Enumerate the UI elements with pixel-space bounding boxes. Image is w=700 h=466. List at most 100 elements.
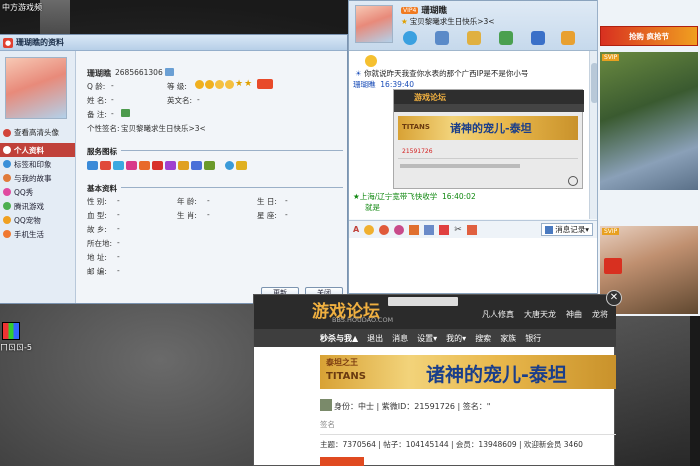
hometown-label: 故 乡: [87, 225, 107, 234]
address-value: - [117, 252, 120, 261]
pet-icon [3, 216, 11, 224]
gift-icon[interactable] [466, 224, 477, 235]
forum-header-mini: 游戏论坛 [394, 90, 584, 104]
contact-show-image: SVIP [600, 52, 698, 190]
hometown-value: - [117, 224, 120, 233]
titans-banner[interactable]: 泰坦之王 TITANS 诸神的宠儿-泰坦 [320, 355, 616, 389]
chat-toolbar: A ✂ 消息记录 ▾ [349, 220, 599, 238]
nav-settings[interactable]: 设置▾ [417, 333, 437, 344]
service-icon[interactable] [236, 161, 247, 170]
user-avatar-small[interactable] [320, 399, 332, 411]
service-icon[interactable] [87, 161, 98, 170]
divider [121, 187, 343, 188]
contact-avatar[interactable] [355, 5, 393, 43]
star-sign-value: - [285, 210, 288, 219]
service-icon[interactable] [126, 161, 137, 170]
zoom-icon[interactable] [568, 176, 578, 186]
emoji-icon [365, 55, 377, 67]
nav-item-qq-show[interactable]: QQ秀 [0, 185, 75, 199]
apps-icon[interactable] [561, 31, 575, 45]
nav-messages[interactable]: 消息 [392, 333, 408, 344]
service-icon[interactable] [178, 161, 189, 170]
shared-image[interactable]: 游戏论坛 TITANS 诸神的宠儿-泰坦 21591726 [393, 89, 584, 189]
nav-item-mobile[interactable]: 手机生活 [0, 227, 75, 241]
nav-item-story[interactable]: 与我的故事 [0, 171, 75, 185]
blood-value: - [117, 210, 120, 219]
chat-window: VIP4 珊瑚瞧 ★ 宝贝黎曦求生日快乐>3< ☀ 你就说昨天我查你水表的那个广… [348, 0, 600, 294]
top-link[interactable]: 大唐天龙 [524, 309, 556, 320]
close-icon[interactable]: ✕ [606, 290, 622, 306]
doodle-icon[interactable] [409, 224, 420, 235]
nav-search[interactable]: 搜索 [475, 333, 491, 344]
signature-value: 宝贝黎曦求生日快乐>3< [121, 124, 206, 133]
promo-banner[interactable]: 抢购 疯抢节 [600, 26, 698, 46]
nav-label: QQ宠物 [14, 215, 41, 225]
message-text-1: ☀ 你就说昨天我查你水表的那个广西IP是不是你小号 [355, 69, 529, 78]
font-icon[interactable]: A [353, 225, 359, 234]
profile-qq-number: 2685661306 [115, 68, 163, 77]
top-link[interactable]: 龙将 [592, 309, 608, 320]
titans-banner-mini: TITANS 诸神的宠儿-泰坦 [398, 116, 578, 140]
message-history-button[interactable]: 消息记录 ▾ [541, 223, 593, 236]
magic-emoji-icon[interactable] [379, 224, 390, 235]
nav-logout[interactable]: 退出 [367, 333, 383, 344]
banner-text-mini: 诸神的宠儿-泰坦 [450, 122, 532, 135]
nav-label: 个人资料 [14, 145, 44, 155]
gender-value: - [117, 196, 120, 205]
message-area[interactable]: ☀ 你就说昨天我查你水表的那个广西IP是不是你小号 珊瑚瞧 16:39:40 游… [349, 51, 589, 219]
desktop-icon-label: ㄇㄖㄖ-5 [0, 343, 32, 352]
zodiac-value: - [207, 210, 210, 219]
emoji-picker-icon[interactable] [364, 224, 375, 235]
nav-item-personal-info[interactable]: 个人资料 [0, 143, 75, 157]
avatar[interactable] [5, 57, 67, 119]
contact-name: 珊瑚瞧 [421, 6, 447, 16]
service-icon[interactable] [113, 161, 124, 170]
shake-icon[interactable] [394, 224, 405, 235]
nav-bank[interactable]: 银行 [525, 333, 541, 344]
forum-header: 游戏论坛 BBS.HOUDAO.COM 凡人修真 大唐天龙 神曲 龙将 [254, 295, 616, 329]
remote-assist-icon[interactable] [499, 31, 513, 45]
file-transfer-icon[interactable] [467, 31, 481, 45]
image-icon[interactable] [424, 224, 435, 235]
scissors-icon[interactable]: ✂ [454, 225, 462, 235]
music-icon[interactable] [439, 224, 450, 235]
voice-call-icon[interactable] [435, 31, 449, 45]
svip-tag: SVIP [602, 54, 620, 61]
profile-titlebar[interactable]: ● 珊瑚瞧的资料 [0, 35, 347, 51]
id-card-icon[interactable] [165, 68, 174, 76]
nav-family[interactable]: 家族 [500, 333, 516, 344]
video-call-icon[interactable] [403, 31, 417, 45]
desktop-app-icon[interactable] [2, 322, 20, 340]
view-hd-avatar-label: 查看高清头像 [14, 128, 59, 137]
nav-item-tags[interactable]: 标签和印象 [0, 157, 75, 171]
gender-label: 性 别: [87, 197, 107, 206]
service-icon[interactable] [100, 161, 111, 170]
nav-item-games[interactable]: 腾讯游戏 [0, 199, 75, 213]
service-icon[interactable] [152, 161, 163, 170]
top-link[interactable]: 凡人修真 [482, 309, 514, 320]
star-icon: ★ [244, 79, 253, 89]
service-icon[interactable] [191, 161, 202, 170]
profile-nav: 个人资料 标签和印象 与我的故事 QQ秀 腾讯游戏 QQ宠物 手机生活 [0, 143, 75, 241]
top-link[interactable]: 神曲 [566, 309, 582, 320]
signature-label: 个性签名: [87, 124, 120, 133]
gift-icon[interactable] [604, 258, 622, 274]
nav-item-pet[interactable]: QQ宠物 [0, 213, 75, 227]
birthday-value: - [285, 196, 288, 205]
service-icon[interactable] [204, 161, 215, 170]
chat-input[interactable] [349, 238, 599, 293]
globe-icon[interactable] [225, 161, 234, 170]
nav-mine[interactable]: 我的▾ [446, 333, 466, 344]
profile-sidebar: 查看高清头像 个人资料 标签和印象 与我的故事 QQ秀 腾讯游戏 QQ宠物 手机… [0, 51, 76, 303]
screen-share-icon[interactable] [531, 31, 545, 45]
forum-logo-sub: BBS.HOUDAO.COM [332, 316, 394, 324]
forum-user-line: 身份：中士 | 紫微ID：21591726 | 签名：" [334, 402, 491, 411]
forum-search-input[interactable] [388, 297, 458, 306]
forum-action-button[interactable] [320, 457, 364, 466]
level-label: 等 级: [167, 82, 187, 91]
nav-user-menu[interactable]: 秒杀与我▲ [320, 333, 358, 344]
service-icon[interactable] [139, 161, 150, 170]
view-hd-avatar-link[interactable]: 查看高清头像 [3, 127, 59, 138]
service-icon[interactable] [165, 161, 176, 170]
edit-remark-icon[interactable] [121, 109, 130, 117]
